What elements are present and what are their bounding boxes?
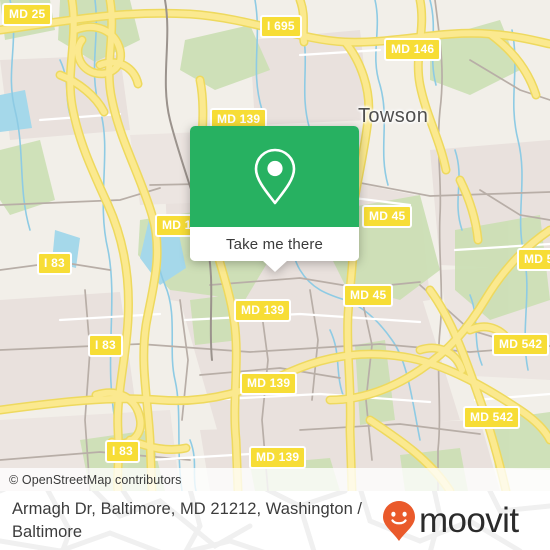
footer-content: Armagh Dr, Baltimore, MD 21212, Washingt…	[0, 491, 550, 550]
map-pin-icon	[254, 148, 295, 204]
location-title: Armagh Dr, Baltimore, MD 21212, Washingt…	[12, 499, 363, 541]
moovit-wordmark: moovit	[419, 501, 519, 540]
road-shield: MD 542	[463, 406, 521, 429]
popup-image-area	[190, 126, 359, 227]
map-place-label: Towson	[358, 105, 429, 127]
road-shield: MD 45	[362, 205, 413, 228]
road-shield: I 83	[105, 440, 140, 463]
moovit-smiley-pin-icon	[383, 500, 415, 541]
road-shield: I 83	[37, 252, 72, 275]
road-shield: MD 45	[343, 284, 394, 307]
take-me-there-label: Take me there	[226, 235, 323, 253]
road-shield: MD 146	[384, 38, 442, 61]
road-shield: MD 542	[492, 333, 550, 356]
map-attribution[interactable]: © OpenStreetMap contributors	[0, 468, 550, 491]
footer-bar: Armagh Dr, Baltimore, MD 21212, Washingt…	[0, 491, 550, 550]
moovit-brand-logo[interactable]: moovit	[382, 500, 519, 542]
popup-inner: Take me there	[190, 126, 359, 261]
road-shield: MD 139	[249, 446, 307, 469]
road-shield: MD 25	[2, 3, 53, 26]
road-shield: MD 139	[234, 299, 292, 322]
take-me-there-button[interactable]: Take me there	[190, 227, 359, 261]
road-shield: I 83	[88, 334, 123, 357]
road-shield: MD 54	[517, 248, 550, 271]
moovit-map-screen: Towson MD 25 I 695 MD 146 MD 139 MD 13 MD 45 M…	[0, 0, 550, 550]
road-shield: MD 139	[240, 372, 298, 395]
destination-popup-card[interactable]: Take me there	[190, 126, 359, 272]
road-shield: I 695	[260, 15, 302, 38]
popup-pointer-tail	[261, 260, 288, 272]
